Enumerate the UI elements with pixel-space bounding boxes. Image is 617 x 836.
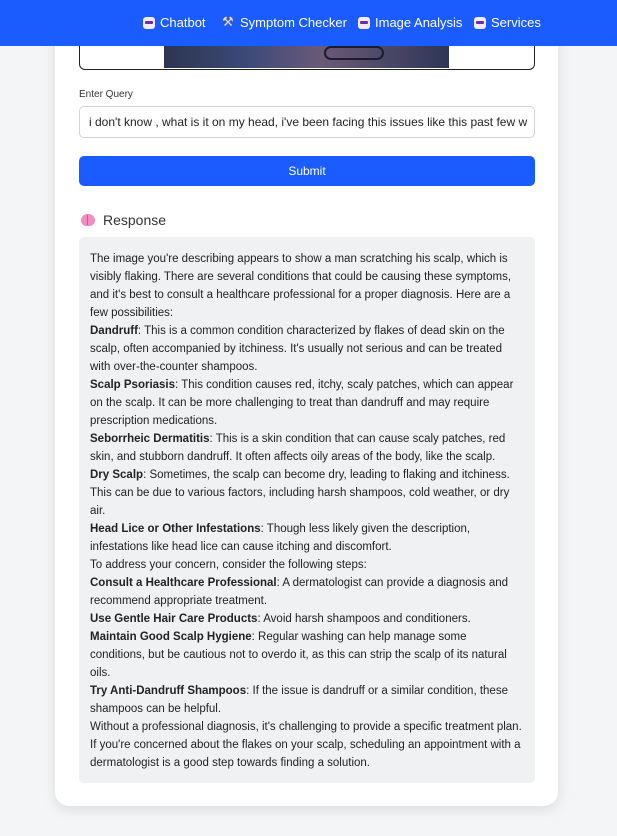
tools-icon xyxy=(222,14,235,30)
condition-item: Seborrheic Dermatitis: This is a skin co… xyxy=(90,430,524,466)
condition-item: Head Lice or Other Infestations: Though … xyxy=(90,520,524,556)
condition-text: : Sometimes, the scalp can become dry, l… xyxy=(90,469,510,517)
condition-item: Dandruff: This is a common condition cha… xyxy=(90,322,524,376)
condition-text: : This is a common condition characteriz… xyxy=(90,325,505,373)
robot-icon xyxy=(143,16,155,29)
query-label: Enter Query xyxy=(79,89,133,100)
condition-term: Dry Scalp xyxy=(90,469,144,481)
nav-item-label: Image Analysis xyxy=(375,15,463,30)
response-heading: Response xyxy=(81,212,166,228)
response-intro: The image you're describing appears to s… xyxy=(90,253,512,319)
condition-term: Seborrheic Dermatitis xyxy=(90,433,210,445)
robot-icon xyxy=(358,16,370,29)
robot-icon xyxy=(474,16,486,29)
condition-item: Dry Scalp: Sometimes, the scalp can beco… xyxy=(90,466,524,520)
top-navbar: Chatbot Symptom Checker Image Analysis S… xyxy=(0,0,617,46)
condition-term: Scalp Psoriasis xyxy=(90,379,176,391)
step-term: Try Anti-Dandruff Shampoos xyxy=(90,685,247,697)
brain-icon xyxy=(81,214,95,226)
glasses-detail xyxy=(324,46,384,60)
nav-item-symptom-checker[interactable]: Symptom Checker xyxy=(222,14,347,31)
condition-term: Dandruff xyxy=(90,325,138,337)
step-text: : Avoid harsh shampoos and conditioners. xyxy=(257,613,471,625)
step-term: Maintain Good Scalp Hygiene xyxy=(90,631,252,643)
step-term: Use Gentle Hair Care Products xyxy=(90,613,258,625)
query-input[interactable]: i don't know , what is it on my head, i'… xyxy=(79,106,535,138)
step-item: Consult a Healthcare Professional: A der… xyxy=(90,574,524,610)
condition-term: Head Lice or Other Infestations xyxy=(90,523,261,535)
nav-item-label: Symptom Checker xyxy=(240,15,347,30)
response-content: The image you're describing appears to s… xyxy=(79,237,535,783)
step-item: Try Anti-Dandruff Shampoos: If the issue… xyxy=(90,682,524,718)
nav-item-label: Services xyxy=(491,15,541,30)
nav-item-image-analysis[interactable]: Image Analysis xyxy=(358,15,462,30)
step-item: Use Gentle Hair Care Products: Avoid har… xyxy=(90,610,524,628)
condition-item: Scalp Psoriasis: This condition causes r… xyxy=(90,376,524,430)
nav-item-chatbot[interactable]: Chatbot xyxy=(143,15,206,30)
nav-item-label: Chatbot xyxy=(160,15,206,30)
response-closing: Without a professional diagnosis, it's c… xyxy=(90,721,522,769)
nav-item-services[interactable]: Services xyxy=(474,15,541,30)
submit-button[interactable]: Submit xyxy=(79,156,535,186)
steps-intro: To address your concern, consider the fo… xyxy=(90,559,367,571)
step-item: Maintain Good Scalp Hygiene: Regular was… xyxy=(90,628,524,682)
response-heading-text: Response xyxy=(103,212,167,228)
step-term: Consult a Healthcare Professional xyxy=(90,577,277,589)
